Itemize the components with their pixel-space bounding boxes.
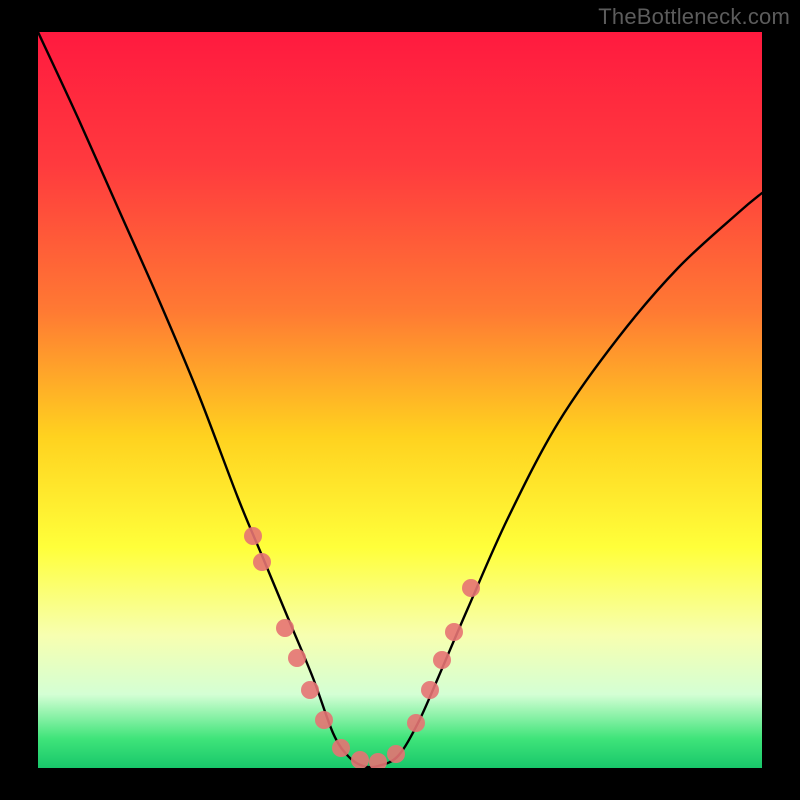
data-point: [276, 619, 294, 637]
points-layer: [38, 32, 762, 768]
data-point: [301, 681, 319, 699]
data-point: [433, 651, 451, 669]
data-point: [288, 649, 306, 667]
data-point: [332, 739, 350, 757]
data-point: [315, 711, 333, 729]
watermark-text: TheBottleneck.com: [598, 4, 790, 30]
chart-stage: TheBottleneck.com: [0, 0, 800, 800]
data-point: [387, 745, 405, 763]
data-point: [462, 579, 480, 597]
data-point: [369, 753, 387, 768]
data-point: [445, 623, 463, 641]
plot-area: [38, 32, 762, 768]
data-point: [253, 553, 271, 571]
data-point: [244, 527, 262, 545]
data-point: [407, 714, 425, 732]
data-point: [351, 751, 369, 768]
data-point: [421, 681, 439, 699]
